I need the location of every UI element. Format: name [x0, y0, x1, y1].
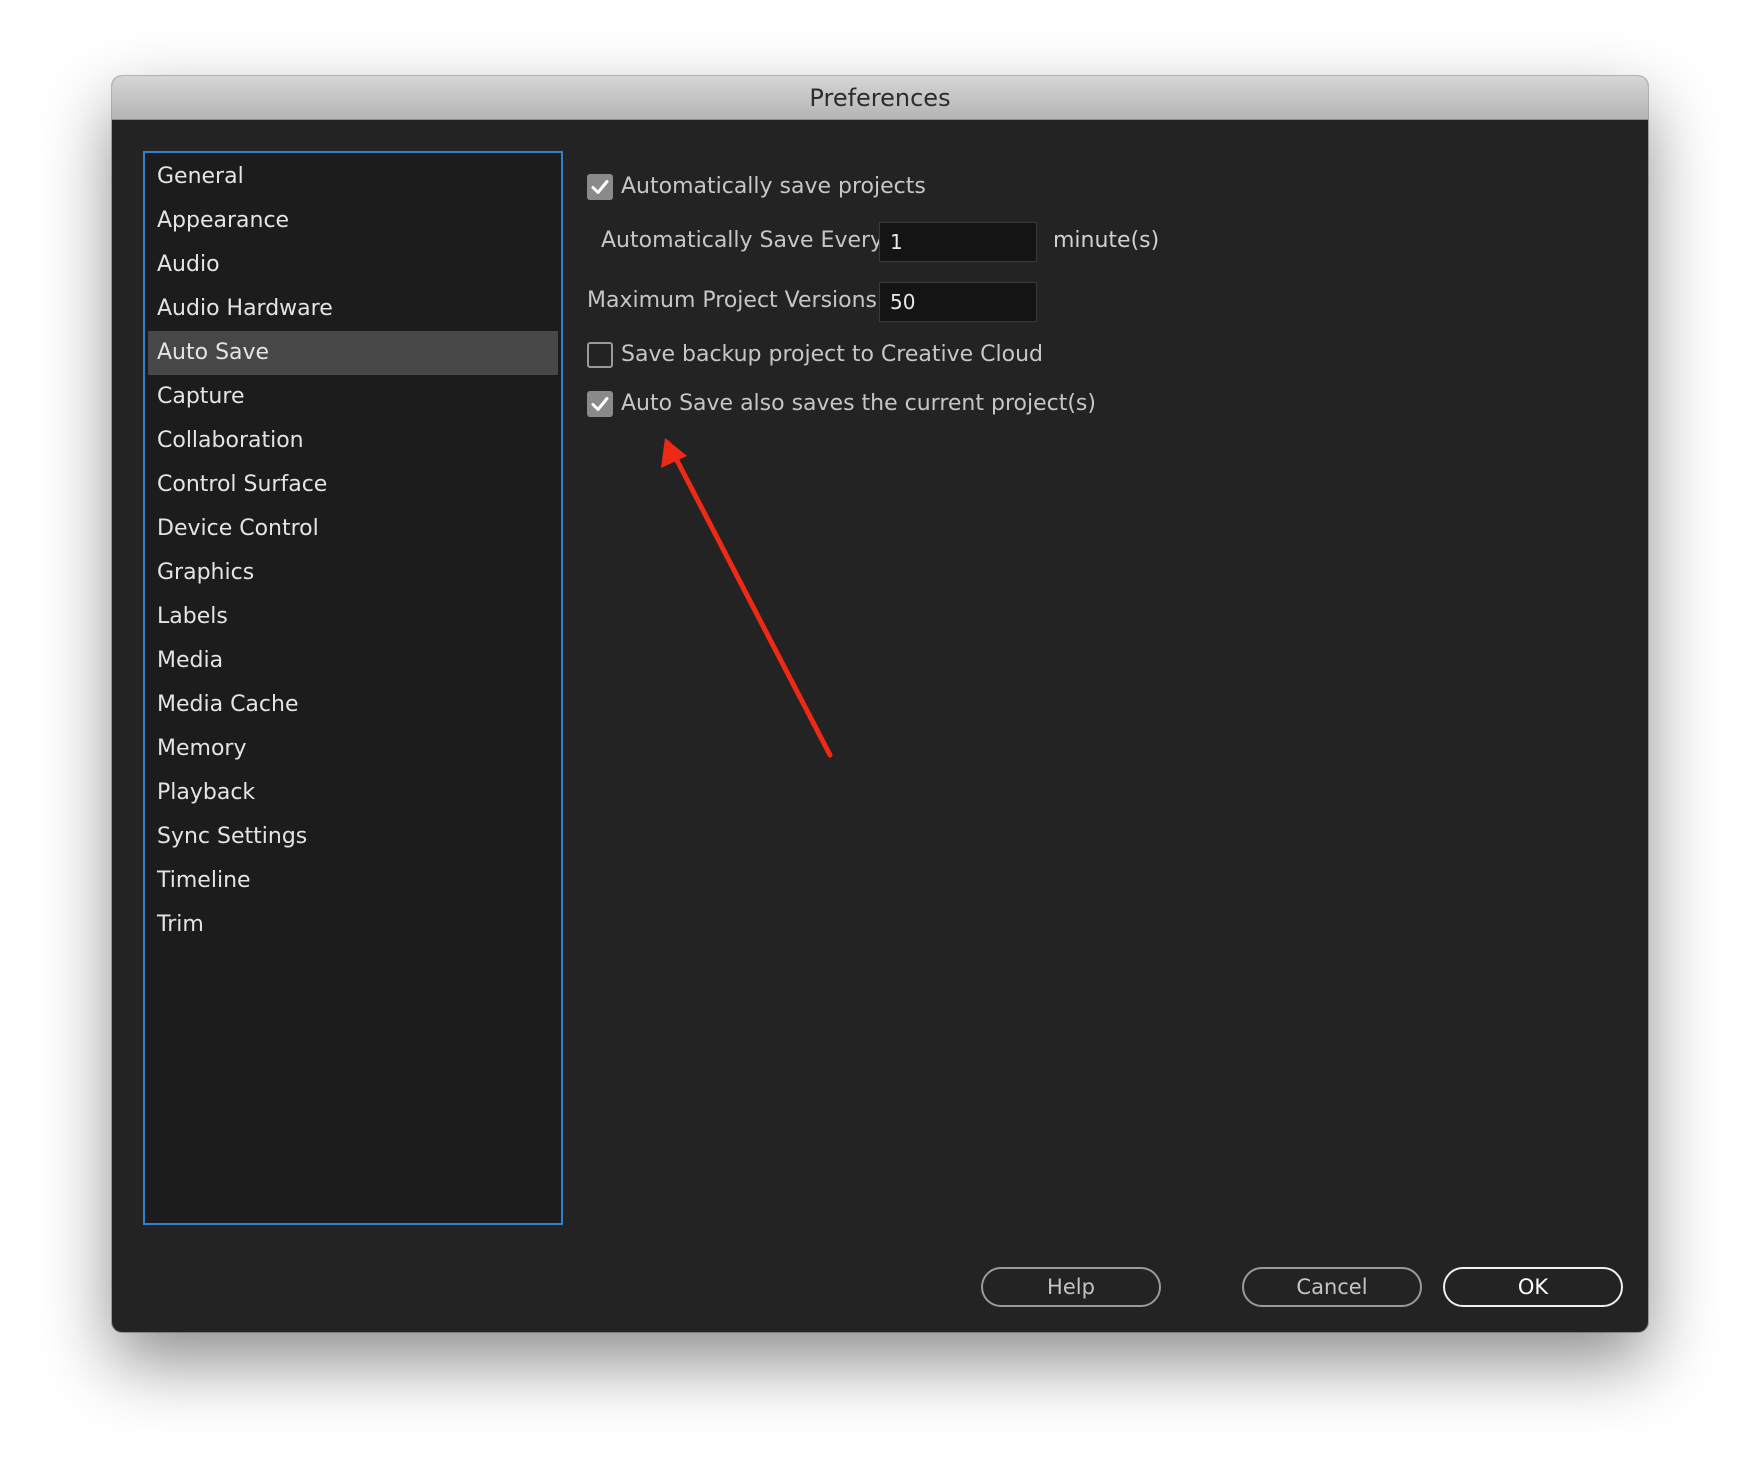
save-every-label: Automatically Save Every: [601, 228, 889, 253]
preferences-category-list[interactable]: General Appearance Audio Audio Hardware … [143, 151, 563, 1225]
title-bar[interactable]: Preferences [112, 76, 1648, 120]
help-button[interactable]: Help [981, 1267, 1161, 1307]
checkmark-icon [591, 180, 609, 194]
window-title: Preferences [809, 84, 951, 112]
checkmark-icon [591, 397, 609, 411]
sidebar-item-trim[interactable]: Trim [148, 903, 558, 947]
sidebar-item-labels[interactable]: Labels [148, 595, 558, 639]
auto-save-projects-label: Automatically save projects [621, 174, 926, 199]
sidebar-item-playback[interactable]: Playback [148, 771, 558, 815]
sidebar-item-capture[interactable]: Capture [148, 375, 558, 419]
sidebar-item-device-control[interactable]: Device Control [148, 507, 558, 551]
sidebar-item-control-surface[interactable]: Control Surface [148, 463, 558, 507]
sidebar-item-audio-hardware[interactable]: Audio Hardware [148, 287, 558, 331]
sidebar-item-audio[interactable]: Audio [148, 243, 558, 287]
arrow-head [661, 438, 687, 468]
save-every-unit: minute(s) [1053, 228, 1160, 253]
sidebar-item-appearance[interactable]: Appearance [148, 199, 558, 243]
backup-creative-cloud-label: Save backup project to Creative Cloud [621, 342, 1043, 367]
save-current-projects-label: Auto Save also saves the current project… [621, 391, 1096, 416]
max-versions-input[interactable] [879, 282, 1037, 322]
auto-save-projects-checkbox[interactable] [587, 174, 613, 200]
save-current-projects-checkbox[interactable] [587, 391, 613, 417]
sidebar-item-memory[interactable]: Memory [148, 727, 558, 771]
cancel-button[interactable]: Cancel [1242, 1267, 1422, 1307]
ok-button[interactable]: OK [1443, 1267, 1623, 1307]
sidebar-item-sync-settings[interactable]: Sync Settings [148, 815, 558, 859]
sidebar-item-auto-save[interactable]: Auto Save [148, 331, 558, 375]
sidebar-item-media[interactable]: Media [148, 639, 558, 683]
sidebar-item-media-cache[interactable]: Media Cache [148, 683, 558, 727]
save-every-input[interactable] [879, 222, 1037, 262]
sidebar-item-general[interactable]: General [148, 155, 558, 199]
max-versions-label: Maximum Project Versions: [587, 288, 885, 313]
arrow-shaft [665, 440, 833, 758]
sidebar-item-collaboration[interactable]: Collaboration [148, 419, 558, 463]
sidebar-item-timeline[interactable]: Timeline [148, 859, 558, 903]
sidebar-item-graphics[interactable]: Graphics [148, 551, 558, 595]
preferences-window: Preferences General Appearance Audio Aud… [112, 76, 1648, 1332]
backup-creative-cloud-checkbox[interactable] [587, 342, 613, 368]
